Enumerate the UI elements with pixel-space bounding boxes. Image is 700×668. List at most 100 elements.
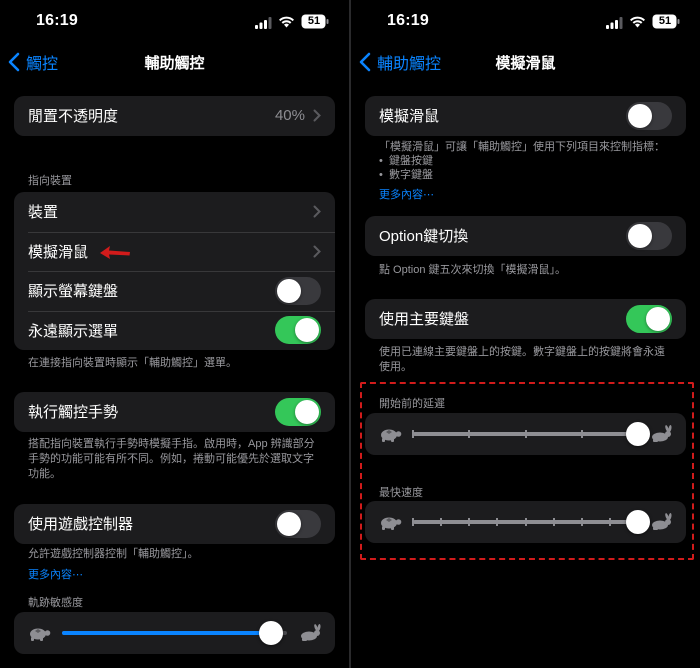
back-label: 觸控 [26,56,59,73]
signal-icon [606,17,623,29]
mouse-keys-group: 模擬滑鼠 [365,96,686,136]
devices-label: 裝置 [28,204,59,222]
chevron-right-icon [313,205,321,218]
rabbit-icon [652,513,672,530]
bullet-item: • 數字鍵盤 [379,169,433,181]
chevron-right-icon [313,109,321,122]
slider-thumb[interactable] [626,510,650,534]
red-arrow-icon [100,246,130,259]
back-button[interactable]: 輔助觸控 [359,50,441,74]
status-time: 16:19 [36,12,78,29]
option-toggle-label: Option鍵切換 [379,228,469,246]
slider-tick [580,430,583,438]
onscreen-keyboard-row: 顯示螢幕鍵盤 [14,271,335,311]
mouse-keys-label: 模擬滑鼠 [379,108,440,126]
tracking-header: 軌跡敏感度 [28,597,83,609]
nav-bar: 觸控 輔助觸控 [0,44,349,80]
mouse-keys-row[interactable]: 模擬滑鼠 [14,231,335,272]
slider-tick [608,518,611,526]
initial-delay-row [365,413,686,455]
gestures-label: 執行觸控手勢 [28,404,119,422]
status-time: 16:19 [387,12,429,29]
always-show-menu-label: 永遠顯示選單 [28,322,119,340]
always-show-menu-toggle[interactable] [275,316,321,345]
slider-tick [524,518,527,526]
bullet-text: 鍵盤按鍵 [388,155,433,167]
option-toggle-row: Option鍵切換 [365,216,686,256]
turtle-icon [30,628,51,641]
left-screen: 16:19 51 觸控 輔助觸控 閒置不透明度 40% 指向裝置 裝置 模擬滑鼠 [0,0,349,668]
initial-delay-slider[interactable] [412,420,650,448]
slider-tick [412,518,414,526]
max-speed-row [365,501,686,543]
main-keyboard-caption: 使用已連線主要鍵盤上的按鍵。數字鍵盤上的按鍵將會永遠使用。 [379,346,665,373]
back-button[interactable]: 觸控 [8,50,58,74]
idle-opacity-row[interactable]: 閒置不透明度 40% [14,96,335,136]
slider-tick [552,518,555,526]
max-speed-header: 最快速度 [379,487,423,499]
option-toggle-group: Option鍵切換 [365,216,686,256]
slider-tick [580,518,583,526]
toggle-knob [295,318,319,343]
slider-fill [62,631,272,635]
game-controller-toggle[interactable] [275,509,321,538]
option-toggle-switch[interactable] [626,221,672,250]
mouse-keys-toggle[interactable] [626,101,672,130]
back-chevron-icon [359,52,371,72]
gestures-group: 執行觸控手勢 [14,392,335,432]
chevron-right-icon [313,245,321,258]
main-keyboard-group: 使用主要鍵盤 [365,299,686,339]
tracking-slider[interactable] [62,619,287,647]
max-speed-group [365,501,686,543]
battery-level: 51 [658,15,672,27]
turtle-icon [381,517,402,530]
tracking-slider-row [14,612,335,654]
toggle-knob [628,103,652,128]
gestures-toggle[interactable] [275,397,321,426]
pointer-devices-group: 裝置 模擬滑鼠 顯示螢幕鍵盤 永遠顯示選單 [14,192,335,350]
right-screen: 16:19 51 輔助觸控 模擬滑鼠 模擬滑鼠 「模擬滑鼠」可讓「輔助觸控」使用… [351,0,700,668]
onscreen-keyboard-toggle[interactable] [275,276,321,305]
initial-delay-header: 開始前的延遲 [379,398,445,410]
back-label: 輔助觸控 [377,56,442,73]
nav-bar: 輔助觸控 模擬滑鼠 [351,44,700,80]
wifi-icon [630,16,645,28]
game-controller-group: 使用遊戲控制器 [14,504,335,544]
rabbit-icon [301,624,321,641]
toggle-knob [277,278,301,303]
game-controller-row: 使用遊戲控制器 [14,504,335,544]
signal-icon [255,17,272,29]
idle-opacity-value: 40% [274,107,305,125]
gestures-row: 執行觸控手勢 [14,392,335,432]
mouse-keys-label: 模擬滑鼠 [28,243,89,261]
bullet-text: 數字鍵盤 [388,169,433,181]
slider-thumb[interactable] [259,621,284,645]
onscreen-keyboard-label: 顯示螢幕鍵盤 [28,283,119,301]
main-keyboard-row: 使用主要鍵盤 [365,299,686,339]
back-chevron-icon [8,52,20,72]
pointer-caption: 在連接指向裝置時顯示「輔助觸控」選單。 [28,357,237,369]
slider-tick [468,518,471,526]
game-controller-caption: 允許遊戲控制器控制「輔助觸控」。 [28,548,199,560]
main-keyboard-toggle[interactable] [626,304,672,333]
devices-row[interactable]: 裝置 [14,192,335,232]
toggle-knob [646,306,670,331]
slider-thumb[interactable] [626,422,650,446]
game-controller-label: 使用遊戲控制器 [28,516,134,534]
tracking-group [14,612,335,654]
initial-delay-group [365,413,686,455]
slider-tick [412,430,414,438]
idle-opacity-group: 閒置不透明度 40% [14,96,335,136]
slider-tick [524,430,527,438]
more-info-link[interactable]: 更多內容⋯ [379,186,434,202]
battery-level: 51 [307,15,321,27]
more-info-link[interactable]: 更多內容⋯ [28,566,83,582]
toggle-knob [295,399,319,424]
slider-tick [468,430,471,438]
idle-opacity-label: 閒置不透明度 [28,108,119,126]
wifi-icon [279,16,294,28]
slider-tick [496,518,499,526]
rabbit-icon [652,425,672,442]
turtle-icon [381,429,402,442]
max-speed-slider[interactable] [412,508,650,536]
